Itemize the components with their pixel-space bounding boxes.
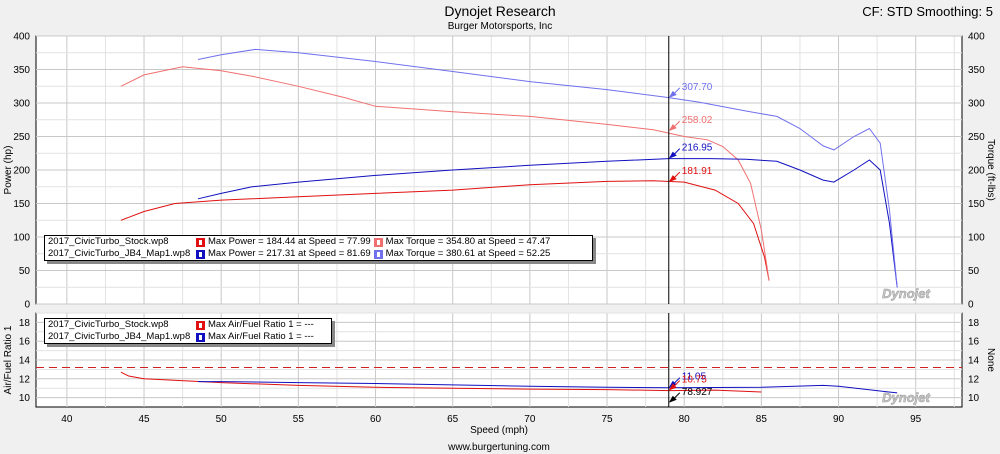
torque-tick-label: 350: [968, 65, 985, 76]
legend-swatch-jb4-torque: [373, 249, 383, 259]
dynojet-watermark-top: Dynojet: [882, 286, 930, 301]
dynojet-watermark-bottom: Dynojet: [882, 390, 930, 405]
afr-right-tick-label: 10: [968, 393, 980, 404]
x-tick-label: 75: [601, 414, 613, 425]
x-tick-label: 50: [216, 414, 228, 425]
footer-url: www.burgertuning.com: [447, 442, 550, 453]
torque-tick-label: 400: [968, 32, 985, 43]
x-tick-label: 40: [61, 414, 73, 425]
legend-max-torque-text: Max Torque = 354.80 at Speed = 47.47: [385, 236, 551, 247]
power-torque-legend: 2017_CivicTurbo_Stock.wp8 Max Power = 18…: [44, 235, 593, 261]
x-tick-label: 65: [447, 414, 459, 425]
legend-swatch-stock-afr: [196, 320, 205, 330]
afr-legend-run-name: 2017_CivicTurbo_JB4_Map1.wp8: [48, 331, 191, 342]
power-tick-label: 50: [19, 266, 31, 277]
legend-max-power: Max Power = 217.31 at Speed = 81.69: [196, 248, 371, 260]
legend-swatch-jb4-afr: [196, 332, 205, 342]
power-axis-label: Power (hp): [3, 146, 14, 195]
x-tick-label: 55: [293, 414, 305, 425]
torque-tick-label: 250: [968, 132, 985, 143]
legend-swatch-stock-torque: [373, 237, 383, 247]
afr-right-tick-label: 14: [968, 356, 980, 367]
torque-tick-label: 150: [968, 199, 985, 210]
legend-max-torque-text: Max Torque = 380.61 at Speed = 52.25: [385, 248, 551, 259]
chart-title: Dynojet Research: [444, 3, 555, 19]
legend-swatch-stock-power: [196, 237, 205, 247]
cursor-value-label: 307.70: [682, 82, 713, 93]
legend-max-power-text: Max Power = 217.31 at Speed = 81.69: [208, 248, 371, 259]
torque-tick-label: 300: [968, 99, 985, 110]
x-tick-label: 45: [138, 414, 150, 425]
dyno-chart: Dynojet Research Burger Motorsports, Inc…: [0, 0, 1000, 454]
cursor-value-label: 78.927: [682, 387, 713, 398]
afr-right-tick-label: 12: [968, 374, 980, 385]
afr-right-tick-label: 16: [968, 337, 980, 348]
legend-max-torque: Max Torque = 354.80 at Speed = 47.47: [373, 236, 551, 248]
afr-tick-label: 16: [19, 337, 31, 348]
power-tick-label: 350: [13, 65, 30, 76]
power-tick-label: 0: [24, 300, 30, 311]
x-tick-label: 80: [679, 414, 691, 425]
torque-tick-label: 100: [968, 233, 985, 244]
afr-right-tick-label: 18: [968, 318, 980, 329]
afr-legend: 2017_CivicTurbo_Stock.wp8 Max Air/Fuel R…: [44, 318, 332, 344]
legend-max-power: Max Power = 184.44 at Speed = 77.99: [196, 236, 371, 248]
cursor-value-label: 258.02: [682, 115, 713, 126]
chart-subtitle: Burger Motorsports, Inc: [448, 21, 552, 32]
power-tick-label: 150: [13, 199, 30, 210]
legend-max-afr-text: Max Air/Fuel Ratio 1 = ---: [208, 331, 314, 342]
legend-row-stock: 2017_CivicTurbo_Stock.wp8 Max Power = 18…: [45, 236, 592, 248]
legend-swatch-jb4-power: [196, 249, 205, 259]
afr-axis-label: Air/Fuel Ratio 1: [3, 325, 14, 394]
legend-max-power-text: Max Power = 184.44 at Speed = 77.99: [208, 236, 371, 247]
power-tick-label: 400: [13, 32, 30, 43]
cursor-value-label: 181.91: [682, 166, 713, 177]
cursor-value-label: 10.75: [682, 375, 707, 386]
legend-max-afr: Max Air/Fuel Ratio 1 = ---: [196, 331, 314, 343]
legend-run-name: 2017_CivicTurbo_JB4_Map1.wp8: [48, 248, 191, 259]
x-tick-label: 90: [833, 414, 845, 425]
afr-tick-label: 12: [19, 374, 31, 385]
legend-max-torque: Max Torque = 380.61 at Speed = 52.25: [373, 248, 551, 260]
power-tick-label: 200: [13, 166, 30, 177]
afr-legend-run-name: 2017_CivicTurbo_Stock.wp8: [48, 319, 169, 330]
legend-max-afr-text: Max Air/Fuel Ratio 1 = ---: [208, 319, 314, 330]
power-tick-label: 300: [13, 99, 30, 110]
cf-smoothing-label: CF: STD Smoothing: 5: [862, 4, 993, 19]
cursor-value-label: 216.95: [682, 143, 713, 154]
speed-axis-label: Speed (mph): [470, 425, 528, 436]
afr-right-axis-label: None: [985, 348, 996, 372]
afr-legend-row-jb4: 2017_CivicTurbo_JB4_Map1.wp8 Max Air/Fue…: [45, 331, 331, 343]
x-tick-label: 85: [756, 414, 768, 425]
afr-tick-label: 10: [19, 393, 31, 404]
torque-tick-label: 200: [968, 166, 985, 177]
afr-tick-label: 14: [19, 356, 31, 367]
torque-axis-label: Torque (ft-lbs): [985, 139, 996, 201]
power-tick-label: 100: [13, 233, 30, 244]
legend-row-jb4: 2017_CivicTurbo_JB4_Map1.wp8 Max Power =…: [45, 248, 592, 260]
torque-tick-label: 50: [968, 266, 980, 277]
afr-tick-label: 18: [19, 318, 31, 329]
x-tick-label: 60: [370, 414, 382, 425]
legend-run-name: 2017_CivicTurbo_Stock.wp8: [48, 236, 169, 247]
x-tick-label: 95: [910, 414, 922, 425]
legend-max-afr: Max Air/Fuel Ratio 1 = ---: [196, 319, 314, 331]
torque-tick-label: 0: [968, 300, 974, 311]
afr-legend-row-stock: 2017_CivicTurbo_Stock.wp8 Max Air/Fuel R…: [45, 319, 331, 331]
x-tick-label: 70: [524, 414, 536, 425]
power-tick-label: 250: [13, 132, 30, 143]
